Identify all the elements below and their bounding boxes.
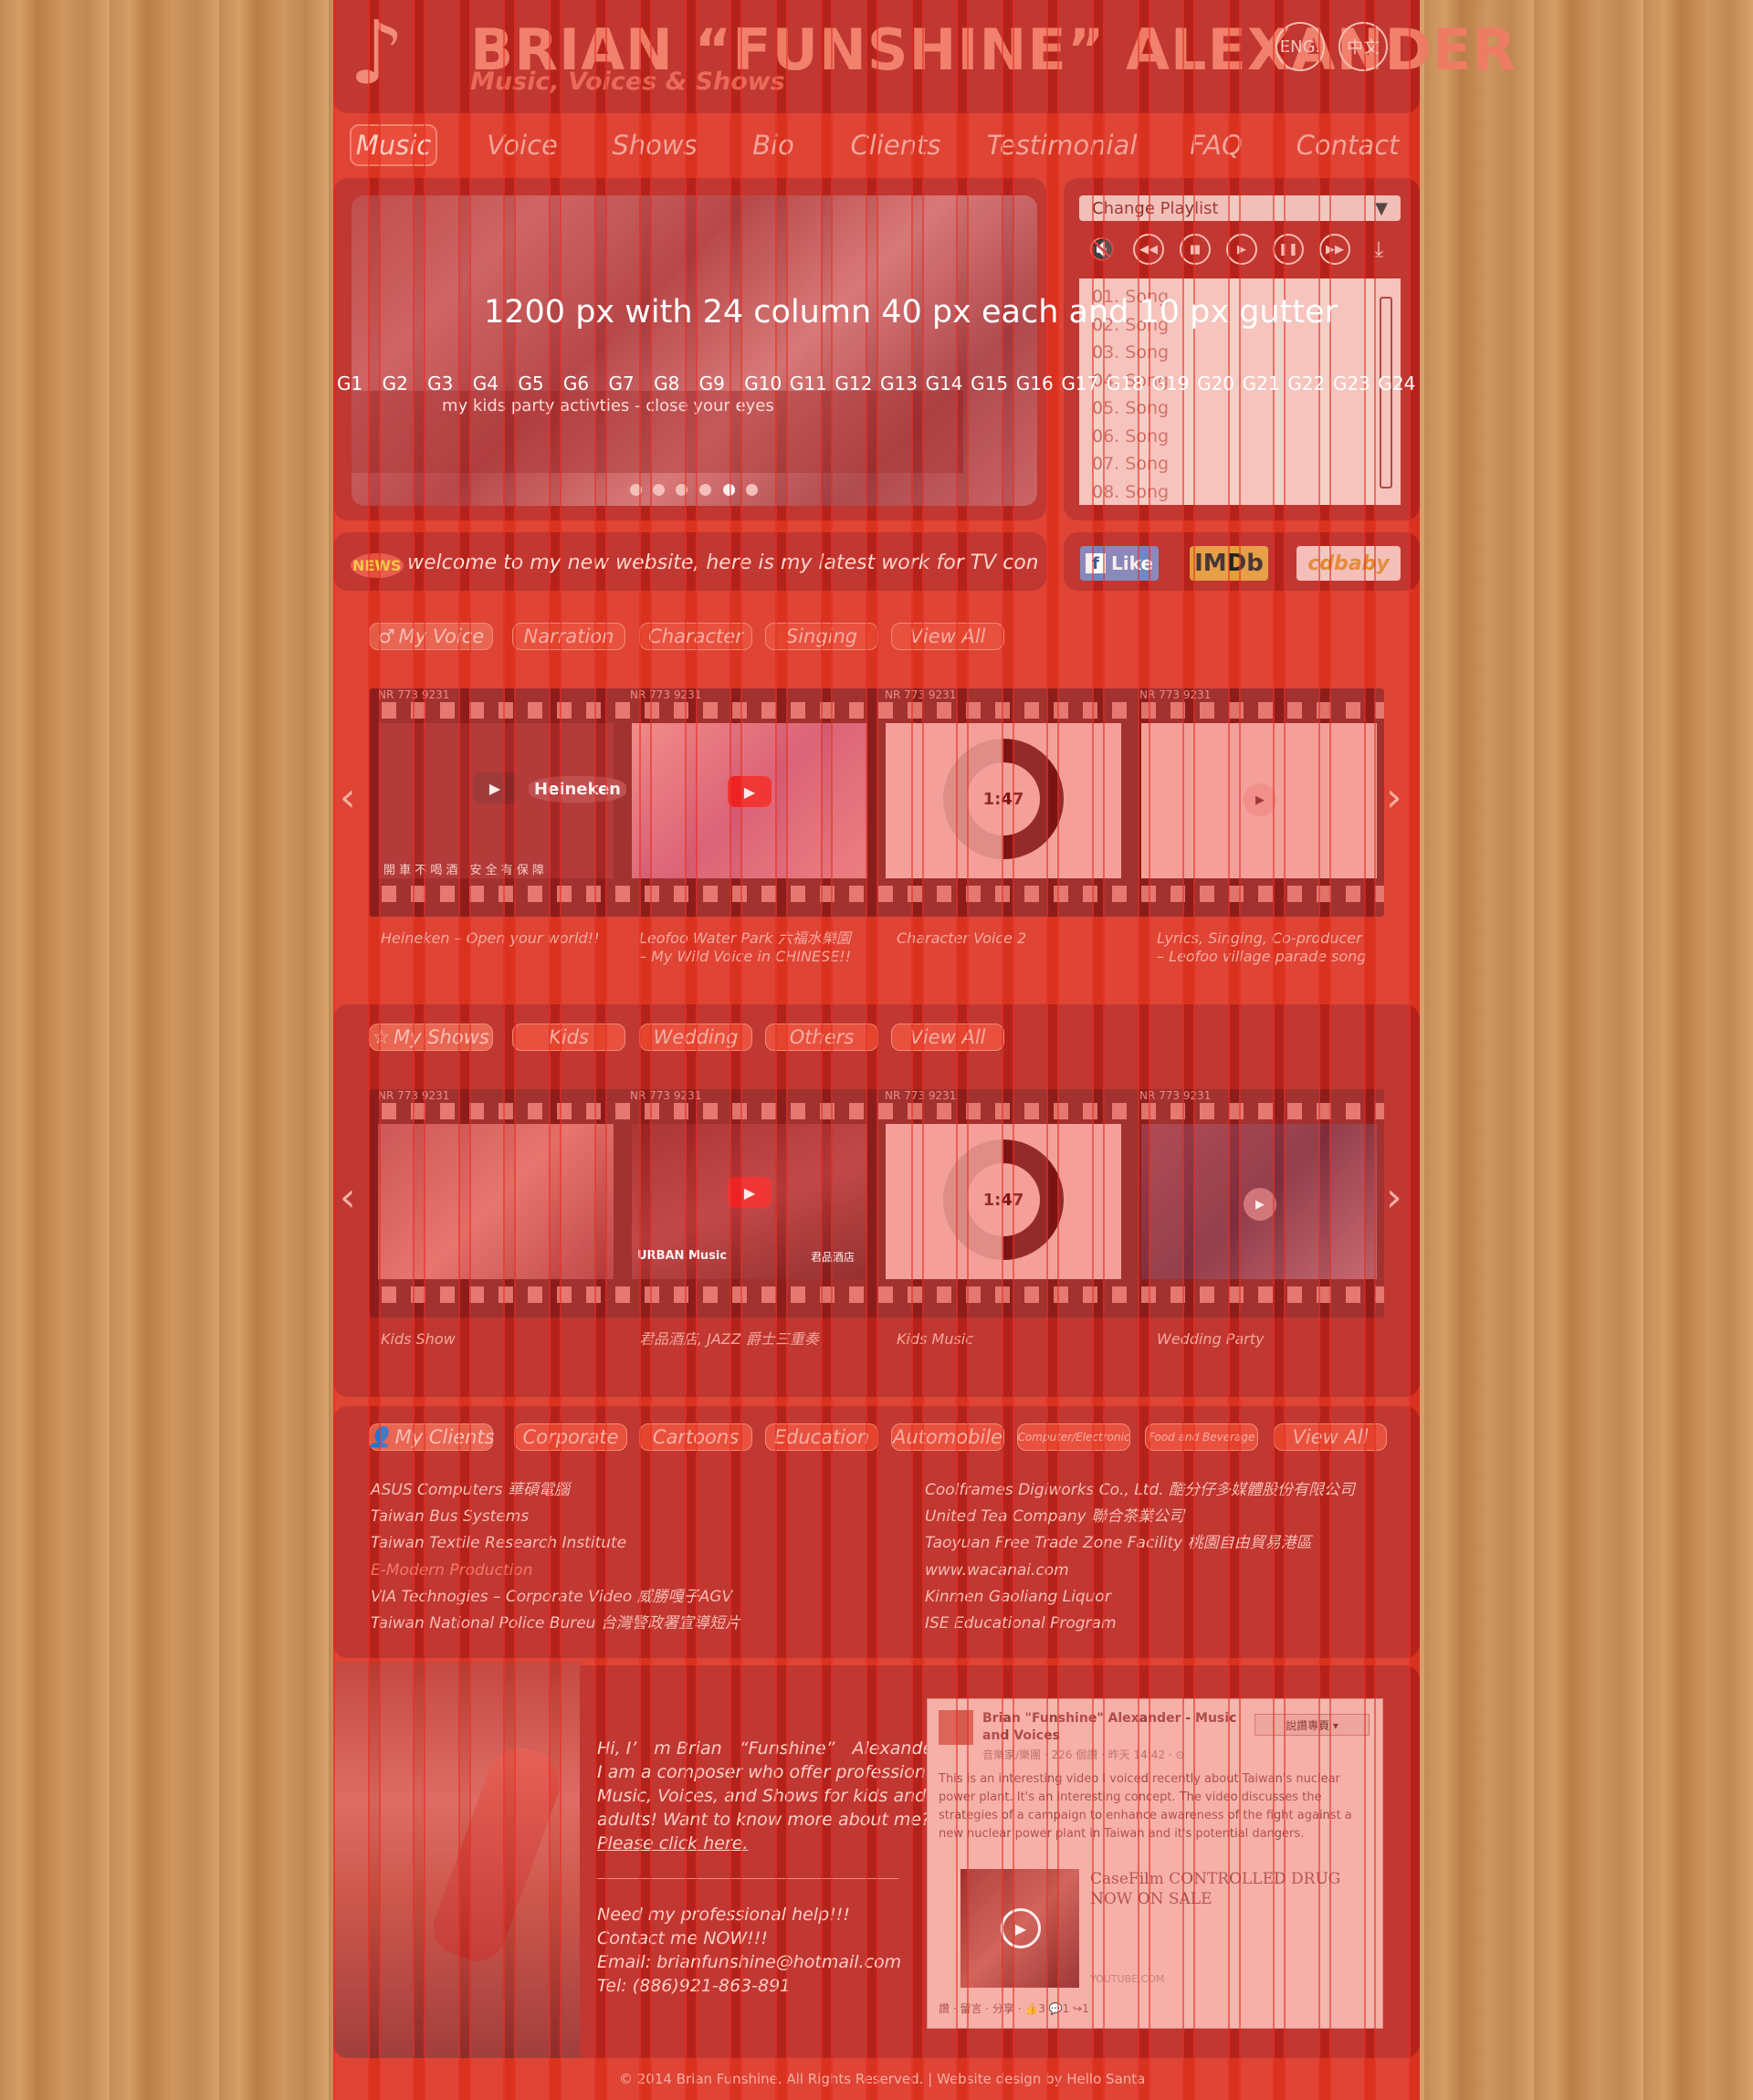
grid-column-label: G22	[1287, 373, 1326, 394]
grid-line	[378, 0, 381, 2100]
grid-column-label: G2	[382, 373, 408, 394]
grid-column-label: G10	[744, 373, 782, 394]
grid-line	[424, 0, 426, 2100]
grid-column-label: G8	[654, 373, 680, 394]
grid-column-label: G7	[608, 373, 635, 394]
grid-column	[333, 0, 370, 2100]
grid-column-label: G3	[427, 373, 454, 394]
grid-column	[378, 0, 415, 2100]
grid-column-label: G12	[835, 373, 873, 394]
grid-line	[413, 0, 415, 2100]
grid-column-label: G6	[562, 373, 590, 394]
grid-column-label: G9	[698, 373, 725, 394]
grid-column-label: G15	[971, 373, 1009, 394]
grid-column-label: G20	[1197, 373, 1235, 394]
client-item[interactable]: United Tea Company 聯合茶業公司	[925, 1504, 1184, 1530]
voice-caption-3[interactable]: Character Voice 2	[897, 929, 1026, 948]
grid-column-label: G19	[1151, 373, 1190, 394]
grid-line	[1363, 0, 1366, 2100]
grid-line	[367, 0, 370, 2100]
grid-column-label: G11	[789, 373, 827, 394]
grid-line	[457, 0, 460, 2100]
grid-column	[1374, 0, 1412, 2100]
grid-overlay-title: 1200 px with 24 column 40 px each and 10…	[484, 294, 1338, 331]
grid-column-label: G5	[518, 373, 544, 394]
grid-column	[424, 0, 460, 2100]
grid-column-label: G14	[925, 373, 963, 394]
grid-column-label: G4	[472, 373, 499, 394]
grid-column-label: G24	[1378, 373, 1416, 394]
grid-column-label: G17	[1061, 373, 1099, 394]
grid-column-label: G13	[880, 373, 918, 394]
grid-line	[468, 0, 471, 2100]
grid-column-label: G23	[1332, 373, 1370, 394]
grid-line	[333, 0, 335, 2100]
grid-column-label: G21	[1242, 373, 1280, 394]
grid-line	[1409, 0, 1412, 2100]
grid-line	[1374, 0, 1377, 2100]
grid-column-label: G16	[1015, 373, 1054, 394]
grid-column-label: G18	[1106, 373, 1144, 394]
grid-column-label: G1	[337, 373, 363, 394]
